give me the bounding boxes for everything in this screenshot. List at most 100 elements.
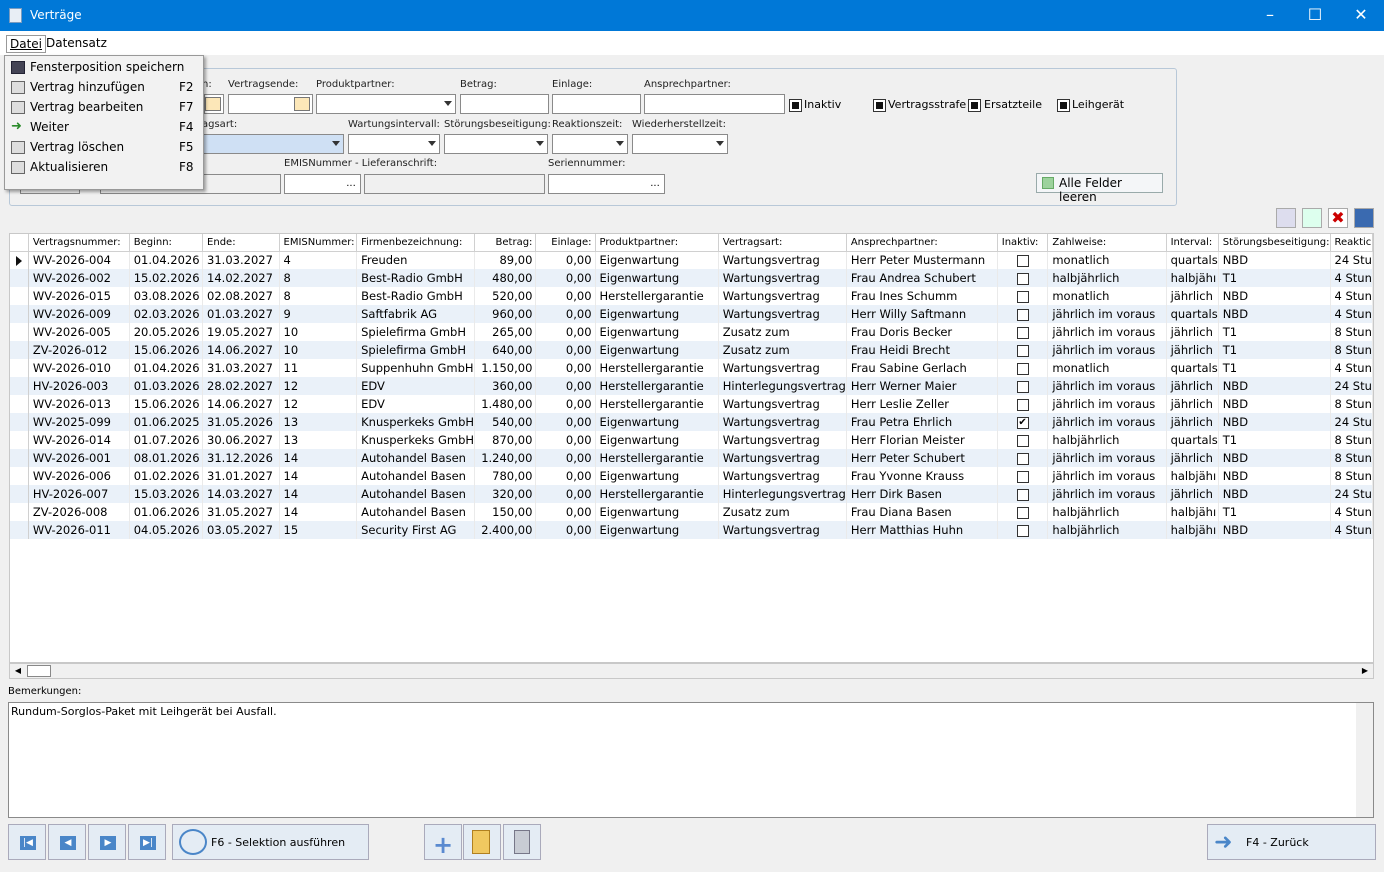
table-cell[interactable]: 19.05.2027 — [202, 323, 280, 341]
table-cell[interactable]: Zusatz zum — [718, 323, 847, 341]
table-cell[interactable]: 0,00 — [535, 395, 596, 413]
table-cell[interactable]: 0,00 — [535, 503, 596, 521]
table-row[interactable]: WV-2026-015 03.08.2026 02.08.2027 8 Best-Rad… — [10, 287, 1373, 305]
table-cell[interactable]: Wartungsvertrag — [718, 359, 847, 377]
seriennummer-input[interactable]: ... — [548, 174, 665, 194]
column-header[interactable]: Reaktic — [1330, 234, 1373, 252]
table-row[interactable]: WV-2026-014 01.07.2026 30.06.2027 13 Knusper… — [10, 431, 1373, 449]
table-cell[interactable]: Frau Ines Schumm — [846, 287, 998, 305]
table-cell[interactable]: halbjähı — [1166, 269, 1219, 287]
column-header[interactable]: EMISNummer: — [279, 234, 358, 252]
table-cell[interactable]: 8 — [279, 269, 358, 287]
inaktiv-checkbox[interactable] — [1016, 290, 1029, 303]
row-indicator[interactable] — [10, 377, 29, 395]
table-cell[interactable]: T1 — [1218, 359, 1331, 377]
table-cell[interactable]: 30.06.2027 — [202, 431, 280, 449]
menu-datensatz[interactable]: Datensatz — [43, 35, 110, 51]
table-cell[interactable]: 13 — [279, 431, 358, 449]
table-cell[interactable]: 0,00 — [535, 323, 596, 341]
inaktiv-cell[interactable] — [997, 449, 1049, 467]
table-cell[interactable]: Herstellergarantie — [595, 395, 719, 413]
table-cell[interactable]: Suppenhuhn GmbH — [356, 359, 476, 377]
table-cell[interactable]: Wartungsvertrag — [718, 467, 847, 485]
table-row[interactable]: WV-2026-006 01.02.2026 31.01.2027 14 Autohan… — [10, 467, 1373, 485]
table-cell[interactable]: halbjähı — [1166, 521, 1219, 539]
table-cell[interactable]: 0,00 — [535, 449, 596, 467]
table-cell[interactable]: quartals — [1166, 251, 1219, 269]
table-cell[interactable]: 01.02.2026 — [129, 467, 204, 485]
table-cell[interactable]: EDV — [356, 395, 476, 413]
table-cell[interactable]: Herstellergarantie — [595, 359, 719, 377]
table-row[interactable]: WV-2026-005 20.05.2026 19.05.2027 10 Spielef… — [10, 323, 1373, 341]
table-cell[interactable]: 31.12.2026 — [202, 449, 280, 467]
table-cell[interactable]: jährlich — [1166, 485, 1219, 503]
table-cell[interactable]: Wartungsvertrag — [718, 521, 847, 539]
table-row[interactable]: HV-2026-003 01.03.2026 28.02.2027 12 EDV 360,… — [10, 377, 1373, 395]
table-cell[interactable]: jährlich im voraus — [1047, 485, 1167, 503]
table-cell[interactable]: Herr Peter Schubert — [846, 449, 998, 467]
table-cell[interactable]: WV-2026-009 — [28, 305, 130, 323]
table-cell[interactable]: 8 Stun — [1330, 341, 1373, 359]
table-cell[interactable]: quartals — [1166, 305, 1219, 323]
inaktiv-checkbox[interactable] — [1016, 470, 1029, 483]
inaktiv-checkbox[interactable] — [1016, 380, 1029, 393]
table-row[interactable]: WV-2026-002 15.02.2026 14.02.2027 8 Best-Rad… — [10, 269, 1373, 287]
table-cell[interactable]: Wartungsvertrag — [718, 269, 847, 287]
table-cell[interactable]: 0,00 — [535, 269, 596, 287]
calendar-icon[interactable] — [294, 97, 310, 111]
table-cell[interactable]: jährlich — [1166, 395, 1219, 413]
table-cell[interactable]: Hinterlegungsvertrag — [718, 485, 847, 503]
ansprechpartner-input[interactable] — [644, 94, 785, 114]
table-cell[interactable]: 0,00 — [535, 521, 596, 539]
menu-item-vertrag-loeschen[interactable]: Vertrag löschen F5 — [5, 138, 203, 158]
table-cell[interactable]: Frau Diana Basen — [846, 503, 998, 521]
table-cell[interactable]: 150,00 — [474, 503, 537, 521]
einlage-input[interactable] — [552, 94, 641, 114]
row-indicator[interactable] — [10, 485, 29, 503]
table-cell[interactable]: 320,00 — [474, 485, 537, 503]
inaktiv-cell[interactable] — [997, 287, 1049, 305]
table-cell[interactable]: WV-2026-010 — [28, 359, 130, 377]
table-cell[interactable]: jährlich im voraus — [1047, 395, 1167, 413]
table-cell[interactable]: 15.02.2026 — [129, 269, 204, 287]
wartungsintervall-combo[interactable] — [348, 134, 440, 154]
table-cell[interactable]: NBD — [1218, 251, 1331, 269]
table-cell[interactable]: 0,00 — [535, 287, 596, 305]
row-indicator[interactable] — [10, 431, 29, 449]
table-cell[interactable]: 11 — [279, 359, 358, 377]
table-cell[interactable]: Best-Radio GmbH — [356, 269, 476, 287]
calendar-icon[interactable] — [205, 97, 221, 111]
maximize-button[interactable]: ☐ — [1292, 0, 1338, 31]
row-indicator[interactable] — [10, 467, 29, 485]
table-cell[interactable]: Herr Werner Maier — [846, 377, 998, 395]
table-cell[interactable]: Eigenwartung — [595, 521, 719, 539]
table-cell[interactable]: Herr Matthias Huhn — [846, 521, 998, 539]
table-cell[interactable]: 12 — [279, 377, 358, 395]
table-row[interactable]: ZV-2026-012 15.06.2026 14.06.2027 10 Spielef… — [10, 341, 1373, 359]
table-cell[interactable]: 1.480,00 — [474, 395, 537, 413]
inaktiv-checkbox[interactable] — [1016, 308, 1029, 321]
table-row[interactable]: WV-2026-011 04.05.2026 03.05.2027 15 Securit… — [10, 521, 1373, 539]
table-cell[interactable]: 03.08.2026 — [129, 287, 204, 305]
menu-item-fensterposition[interactable]: Fensterposition speichern — [5, 58, 203, 78]
table-cell[interactable]: 0,00 — [535, 413, 596, 431]
table-cell[interactable]: Frau Doris Becker — [846, 323, 998, 341]
table-cell[interactable]: 31.05.2027 — [202, 503, 280, 521]
table-cell[interactable]: 0,00 — [535, 251, 596, 269]
table-cell[interactable]: 265,00 — [474, 323, 537, 341]
table-row[interactable]: ZV-2026-008 01.06.2026 31.05.2027 14 Autohan… — [10, 503, 1373, 521]
inaktiv-checkbox[interactable] — [1016, 506, 1029, 519]
table-cell[interactable]: 870,00 — [474, 431, 537, 449]
betrag-input[interactable] — [460, 94, 549, 114]
table-cell[interactable]: jährlich — [1166, 341, 1219, 359]
table-cell[interactable]: 03.05.2027 — [202, 521, 280, 539]
table-cell[interactable]: T1 — [1218, 323, 1331, 341]
table-cell[interactable]: T1 — [1218, 431, 1331, 449]
table-cell[interactable]: Eigenwartung — [595, 323, 719, 341]
table-cell[interactable]: Autohandel Basen — [356, 485, 476, 503]
table-row[interactable]: WV-2025-099 01.06.2025 31.05.2026 13 Knusper… — [10, 413, 1373, 431]
table-cell[interactable]: jährlich im voraus — [1047, 377, 1167, 395]
table-cell[interactable]: 8 Stun — [1330, 467, 1373, 485]
table-cell[interactable]: T1 — [1218, 269, 1331, 287]
run-selection-button[interactable]: F6 - Selektion ausführen — [172, 824, 369, 860]
